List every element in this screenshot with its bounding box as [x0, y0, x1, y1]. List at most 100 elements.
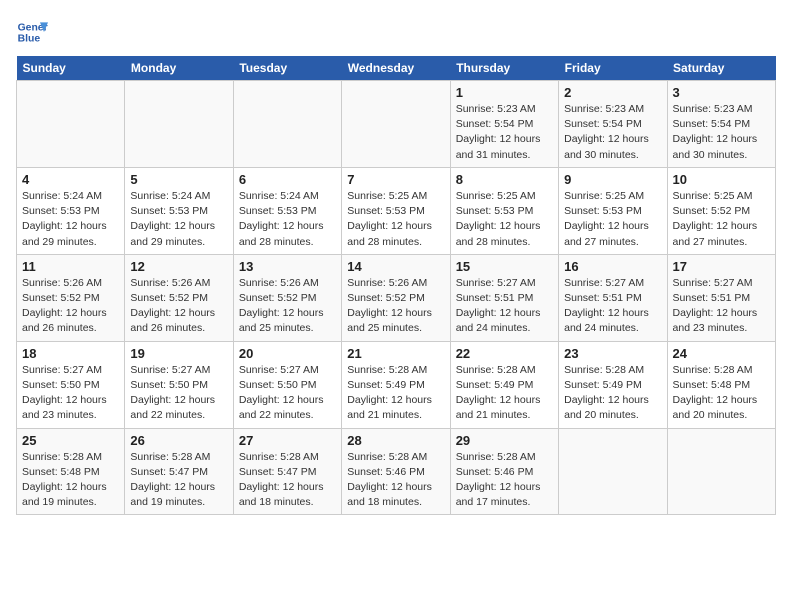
calendar-body: 1 Sunrise: 5:23 AM Sunset: 5:54 PM Daylig… [17, 81, 776, 515]
day-info: Sunrise: 5:28 AM Sunset: 5:49 PM Dayligh… [347, 363, 444, 424]
week-row-2: 4 Sunrise: 5:24 AM Sunset: 5:53 PM Daylig… [17, 167, 776, 254]
calendar-cell: 8 Sunrise: 5:25 AM Sunset: 5:53 PM Daylig… [450, 167, 558, 254]
day-number: 3 [673, 85, 770, 100]
calendar-cell: 19 Sunrise: 5:27 AM Sunset: 5:50 PM Dayli… [125, 341, 233, 428]
day-number: 19 [130, 346, 227, 361]
day-number: 5 [130, 172, 227, 187]
day-number: 8 [456, 172, 553, 187]
day-info: Sunrise: 5:28 AM Sunset: 5:46 PM Dayligh… [456, 450, 553, 511]
calendar-cell: 3 Sunrise: 5:23 AM Sunset: 5:54 PM Daylig… [667, 81, 775, 168]
calendar-cell: 4 Sunrise: 5:24 AM Sunset: 5:53 PM Daylig… [17, 167, 125, 254]
calendar-cell: 2 Sunrise: 5:23 AM Sunset: 5:54 PM Daylig… [559, 81, 667, 168]
day-info: Sunrise: 5:27 AM Sunset: 5:51 PM Dayligh… [456, 276, 553, 337]
day-info: Sunrise: 5:26 AM Sunset: 5:52 PM Dayligh… [22, 276, 119, 337]
calendar-cell: 28 Sunrise: 5:28 AM Sunset: 5:46 PM Dayli… [342, 428, 450, 515]
calendar-cell: 1 Sunrise: 5:23 AM Sunset: 5:54 PM Daylig… [450, 81, 558, 168]
logo: General Blue [16, 16, 48, 48]
day-info: Sunrise: 5:27 AM Sunset: 5:50 PM Dayligh… [239, 363, 336, 424]
weekday-sunday: Sunday [17, 56, 125, 81]
day-info: Sunrise: 5:28 AM Sunset: 5:49 PM Dayligh… [456, 363, 553, 424]
day-info: Sunrise: 5:26 AM Sunset: 5:52 PM Dayligh… [130, 276, 227, 337]
calendar-cell: 14 Sunrise: 5:26 AM Sunset: 5:52 PM Dayli… [342, 254, 450, 341]
day-info: Sunrise: 5:27 AM Sunset: 5:50 PM Dayligh… [130, 363, 227, 424]
day-info: Sunrise: 5:28 AM Sunset: 5:48 PM Dayligh… [673, 363, 770, 424]
day-info: Sunrise: 5:23 AM Sunset: 5:54 PM Dayligh… [564, 102, 661, 163]
calendar-cell: 5 Sunrise: 5:24 AM Sunset: 5:53 PM Daylig… [125, 167, 233, 254]
day-info: Sunrise: 5:24 AM Sunset: 5:53 PM Dayligh… [130, 189, 227, 250]
day-number: 27 [239, 433, 336, 448]
day-number: 21 [347, 346, 444, 361]
day-info: Sunrise: 5:25 AM Sunset: 5:53 PM Dayligh… [456, 189, 553, 250]
calendar-table: SundayMondayTuesdayWednesdayThursdayFrid… [16, 56, 776, 515]
day-number: 16 [564, 259, 661, 274]
page-header: General Blue [16, 16, 776, 48]
day-number: 28 [347, 433, 444, 448]
calendar-cell: 12 Sunrise: 5:26 AM Sunset: 5:52 PM Dayli… [125, 254, 233, 341]
weekday-friday: Friday [559, 56, 667, 81]
calendar-cell [233, 81, 341, 168]
calendar-cell: 22 Sunrise: 5:28 AM Sunset: 5:49 PM Dayli… [450, 341, 558, 428]
day-number: 22 [456, 346, 553, 361]
calendar-cell: 13Sunrise: 5:26 AM Sunset: 5:52 PM Dayli… [233, 254, 341, 341]
calendar-cell: 27 Sunrise: 5:28 AM Sunset: 5:47 PM Dayli… [233, 428, 341, 515]
calendar-cell: 17Sunrise: 5:27 AM Sunset: 5:51 PM Dayli… [667, 254, 775, 341]
day-number: 18 [22, 346, 119, 361]
calendar-cell: 6 Sunrise: 5:24 AM Sunset: 5:53 PM Daylig… [233, 167, 341, 254]
day-number: 7 [347, 172, 444, 187]
day-number: 12 [130, 259, 227, 274]
day-number: 10 [673, 172, 770, 187]
day-number: 9 [564, 172, 661, 187]
day-number: 23 [564, 346, 661, 361]
calendar-cell: 9 Sunrise: 5:25 AM Sunset: 5:53 PM Daylig… [559, 167, 667, 254]
calendar-cell: 7 Sunrise: 5:25 AM Sunset: 5:53 PM Daylig… [342, 167, 450, 254]
day-info: Sunrise: 5:25 AM Sunset: 5:52 PM Dayligh… [673, 189, 770, 250]
calendar-cell: 26Sunrise: 5:28 AM Sunset: 5:47 PM Dayli… [125, 428, 233, 515]
week-row-3: 11Sunrise: 5:26 AM Sunset: 5:52 PM Dayli… [17, 254, 776, 341]
day-info: Sunrise: 5:27 AM Sunset: 5:51 PM Dayligh… [673, 276, 770, 337]
calendar-cell: 11Sunrise: 5:26 AM Sunset: 5:52 PM Dayli… [17, 254, 125, 341]
day-info: Sunrise: 5:26 AM Sunset: 5:52 PM Dayligh… [347, 276, 444, 337]
calendar-cell [17, 81, 125, 168]
day-number: 1 [456, 85, 553, 100]
weekday-wednesday: Wednesday [342, 56, 450, 81]
week-row-5: 25 Sunrise: 5:28 AM Sunset: 5:48 PM Dayli… [17, 428, 776, 515]
calendar-cell [667, 428, 775, 515]
day-info: Sunrise: 5:25 AM Sunset: 5:53 PM Dayligh… [564, 189, 661, 250]
day-info: Sunrise: 5:27 AM Sunset: 5:50 PM Dayligh… [22, 363, 119, 424]
calendar-cell: 10 Sunrise: 5:25 AM Sunset: 5:52 PM Dayli… [667, 167, 775, 254]
weekday-header-row: SundayMondayTuesdayWednesdayThursdayFrid… [17, 56, 776, 81]
calendar-cell: 25 Sunrise: 5:28 AM Sunset: 5:48 PM Dayli… [17, 428, 125, 515]
calendar-cell [559, 428, 667, 515]
calendar-cell: 18 Sunrise: 5:27 AM Sunset: 5:50 PM Dayli… [17, 341, 125, 428]
day-number: 4 [22, 172, 119, 187]
calendar-cell: 23Sunrise: 5:28 AM Sunset: 5:49 PM Dayli… [559, 341, 667, 428]
calendar-cell: 24Sunrise: 5:28 AM Sunset: 5:48 PM Dayli… [667, 341, 775, 428]
logo-icon: General Blue [16, 16, 48, 48]
day-number: 15 [456, 259, 553, 274]
day-info: Sunrise: 5:28 AM Sunset: 5:46 PM Dayligh… [347, 450, 444, 511]
day-info: Sunrise: 5:28 AM Sunset: 5:48 PM Dayligh… [22, 450, 119, 511]
day-number: 25 [22, 433, 119, 448]
calendar-cell [342, 81, 450, 168]
day-info: Sunrise: 5:23 AM Sunset: 5:54 PM Dayligh… [456, 102, 553, 163]
day-number: 14 [347, 259, 444, 274]
weekday-thursday: Thursday [450, 56, 558, 81]
day-info: Sunrise: 5:23 AM Sunset: 5:54 PM Dayligh… [673, 102, 770, 163]
day-info: Sunrise: 5:24 AM Sunset: 5:53 PM Dayligh… [239, 189, 336, 250]
calendar-cell: 21 Sunrise: 5:28 AM Sunset: 5:49 PM Dayli… [342, 341, 450, 428]
week-row-4: 18 Sunrise: 5:27 AM Sunset: 5:50 PM Dayli… [17, 341, 776, 428]
calendar-cell: 29 Sunrise: 5:28 AM Sunset: 5:46 PM Dayli… [450, 428, 558, 515]
weekday-tuesday: Tuesday [233, 56, 341, 81]
day-number: 26 [130, 433, 227, 448]
day-info: Sunrise: 5:28 AM Sunset: 5:47 PM Dayligh… [239, 450, 336, 511]
day-number: 6 [239, 172, 336, 187]
day-number: 2 [564, 85, 661, 100]
day-info: Sunrise: 5:24 AM Sunset: 5:53 PM Dayligh… [22, 189, 119, 250]
day-number: 29 [456, 433, 553, 448]
day-info: Sunrise: 5:25 AM Sunset: 5:53 PM Dayligh… [347, 189, 444, 250]
calendar-cell: 15 Sunrise: 5:27 AM Sunset: 5:51 PM Dayli… [450, 254, 558, 341]
calendar-cell: 20Sunrise: 5:27 AM Sunset: 5:50 PM Dayli… [233, 341, 341, 428]
weekday-saturday: Saturday [667, 56, 775, 81]
weekday-monday: Monday [125, 56, 233, 81]
calendar-cell [125, 81, 233, 168]
